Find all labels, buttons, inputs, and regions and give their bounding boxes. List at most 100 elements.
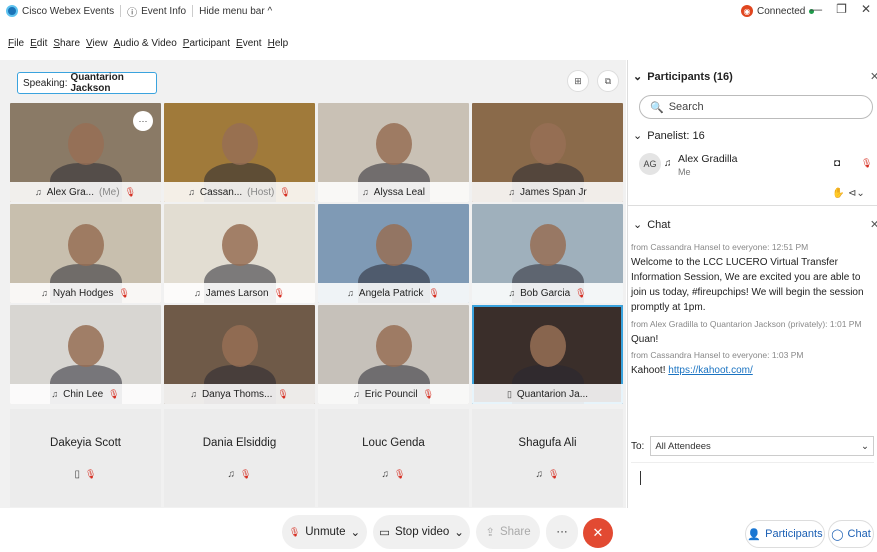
participant-video-tile[interactable]: ♫ James Larson 🎙: [164, 204, 315, 303]
panelist-group-header[interactable]: ⌄ Panelist: 16: [633, 129, 705, 143]
participant-video-tile[interactable]: ··· ♫ Alex Gra... (Me) 🎙: [10, 103, 161, 202]
event-info-button[interactable]: ⓘ Event Info: [121, 4, 192, 19]
participant-video-tile[interactable]: ♫ James Span Jr: [472, 103, 623, 202]
participant-name: Dakeyia Scott: [50, 436, 121, 449]
popout-button[interactable]: ⧉: [597, 70, 619, 92]
close-participants-icon[interactable]: ✕: [870, 70, 877, 83]
app-name: Cisco Webex Events: [22, 5, 115, 17]
tile-status-icons: ▯ 🎙: [75, 469, 97, 480]
tile-name-bar: ♫ Alex Gra... (Me) 🎙: [10, 182, 161, 202]
chevron-down-icon[interactable]: ⌄: [351, 525, 361, 539]
phone-icon: ▯: [506, 388, 512, 399]
stop-video-button[interactable]: ▭ Stop video ⌄: [373, 515, 470, 549]
audio-icon: ♫: [508, 288, 516, 298]
close-icon: ✕: [592, 525, 604, 540]
participant-head: [376, 123, 412, 165]
muted-mic-icon: 🎙: [422, 388, 434, 399]
participant-head: [376, 224, 412, 266]
chevron-down-icon: ⌄: [633, 71, 643, 83]
menu-file[interactable]: File: [8, 38, 24, 54]
hide-menu-bar-button[interactable]: Hide menu bar ^: [193, 6, 278, 17]
chevron-down-icon: ⌄: [633, 130, 643, 142]
muted-mic-icon: 🎙: [85, 468, 97, 479]
layout-grid-button[interactable]: ⊞: [567, 70, 589, 92]
connection-status[interactable]: ◉ Connected: [735, 5, 820, 17]
search-placeholder: Search: [668, 101, 704, 113]
chat-text-body: Kahoot!: [631, 365, 666, 376]
menu-participant[interactable]: Participant: [183, 38, 230, 54]
participant-video-tile[interactable]: ♫ Bob Garcia 🎙: [472, 204, 623, 303]
close-icon[interactable]: ✕: [861, 2, 871, 16]
video-grid: ··· ♫ Alex Gra... (Me) 🎙 ♫ Cassan... (Host) 🎙 ♫ Al…: [10, 103, 624, 408]
menu-audio-video[interactable]: Audio & Video: [114, 38, 177, 54]
participants-panel-header[interactable]: ⌄ Participants (16): [633, 70, 733, 84]
participant-tile-novideo[interactable]: Shagufa Ali ♫ 🎙: [472, 409, 623, 507]
speaking-indicator: Speaking: Quantarion Jackson: [17, 72, 157, 94]
more-icon: ···: [556, 526, 568, 538]
participant-video-tile[interactable]: ♫ Alyssa Leal: [318, 103, 469, 202]
chat-recipient-row: To: All Attendees ⌄: [631, 435, 874, 457]
chat-link[interactable]: https://kahoot.com/: [668, 365, 753, 376]
chat-toggle-label: Chat: [847, 528, 871, 540]
participant-name: Alex Gradilla: [678, 153, 738, 165]
participant-video-tile[interactable]: ▯ Quantarion Ja...: [472, 305, 623, 404]
participants-toggle-button[interactable]: 👤 Participants: [745, 520, 825, 548]
muted-mic-icon: 🎙: [118, 287, 130, 298]
chevron-down-icon: ⌄: [861, 440, 869, 452]
participant-video-tile[interactable]: ♫ Nyah Hodges 🎙: [10, 204, 161, 303]
chevron-down-icon[interactable]: ⌄: [454, 525, 464, 539]
chat-toggle-button[interactable]: ◯ Chat: [828, 520, 874, 548]
participant-tile-novideo[interactable]: Dania Elsiddig ♫ 🎙: [164, 409, 315, 507]
chat-time: 1:01 PM: [829, 319, 862, 329]
tile-more-button[interactable]: ···: [133, 111, 153, 131]
mic-icon: ♫: [664, 158, 672, 169]
leave-meeting-button[interactable]: ✕: [583, 518, 613, 548]
more-options-button[interactable]: ···: [546, 515, 578, 549]
unmute-label: Unmute: [305, 526, 346, 538]
tile-name-bar: ♫ Nyah Hodges 🎙: [10, 283, 161, 303]
video-icon: ◘: [834, 158, 841, 169]
audio-icon: ♫: [51, 389, 59, 399]
chat-sender: from Alex Gradilla to Quantarion Jackson…: [631, 319, 828, 329]
participant-video-tile[interactable]: ♫ Eric Pouncil 🎙: [318, 305, 469, 404]
chat-text: Quan!: [631, 334, 659, 345]
participant-tile-novideo[interactable]: Dakeyia Scott ▯ 🎙: [10, 409, 161, 507]
tile-name-bar: ♫ Eric Pouncil 🎙: [318, 384, 469, 404]
participant-head: [222, 123, 258, 165]
chat-bubble-icon: ◯: [831, 528, 844, 541]
chat-panel-header[interactable]: ⌄ Chat: [633, 218, 670, 232]
chat-message: from Alex Gradilla to Quantarion Jackson…: [631, 317, 871, 347]
reaction-icon[interactable]: ⊲⌄: [848, 188, 865, 199]
tile-name-bar: ♫ Angela Patrick 🎙: [318, 283, 469, 303]
participant-video-tile[interactable]: ♫ Angela Patrick 🎙: [318, 204, 469, 303]
participant-video-tile[interactable]: ♫ Danya Thoms... 🎙: [164, 305, 315, 404]
tile-name-bar: ♫ Danya Thoms... 🎙: [164, 384, 315, 404]
chat-message-input[interactable]: [631, 462, 874, 504]
menu-event[interactable]: Event: [236, 38, 262, 54]
participant-search-input[interactable]: 🔍 Search: [639, 95, 873, 119]
menu-edit[interactable]: Edit: [30, 38, 47, 54]
participant-tile-novideo[interactable]: Louc Genda ♫ 🎙: [318, 409, 469, 507]
audio-icon: ♫: [194, 288, 201, 298]
minimize-icon[interactable]: —: [810, 2, 822, 16]
restore-icon[interactable]: ❐: [836, 2, 847, 16]
menu-help[interactable]: Help: [268, 38, 289, 54]
share-button[interactable]: ⇪ Share: [476, 515, 540, 549]
chat-recipient-select[interactable]: All Attendees ⌄: [650, 436, 874, 456]
muted-mic-icon: 🎙: [861, 158, 873, 168]
chat-text: Kahoot! https://kahoot.com/: [631, 363, 871, 378]
muted-mic-icon: 🎙: [279, 186, 291, 197]
participant-name: Alyssa Leal: [373, 186, 425, 198]
raise-hand-icon[interactable]: ✋: [832, 188, 844, 199]
unmute-button[interactable]: 🎙 Unmute ⌄: [282, 515, 367, 549]
menu-view[interactable]: View: [86, 38, 108, 54]
event-info-label: Event Info: [141, 5, 187, 17]
participant-name: Danya Thoms...: [201, 388, 273, 400]
participant-video-tile[interactable]: ♫ Cassan... (Host) 🎙: [164, 103, 315, 202]
menu-share[interactable]: Share: [53, 38, 80, 54]
participant-video-tile[interactable]: ♫ Chin Lee 🎙: [10, 305, 161, 404]
participant-name: Louc Genda: [362, 436, 425, 449]
audio-icon: ♫: [508, 187, 516, 197]
muted-mic-icon: 🎙: [428, 287, 440, 298]
close-chat-icon[interactable]: ✕: [870, 218, 877, 231]
